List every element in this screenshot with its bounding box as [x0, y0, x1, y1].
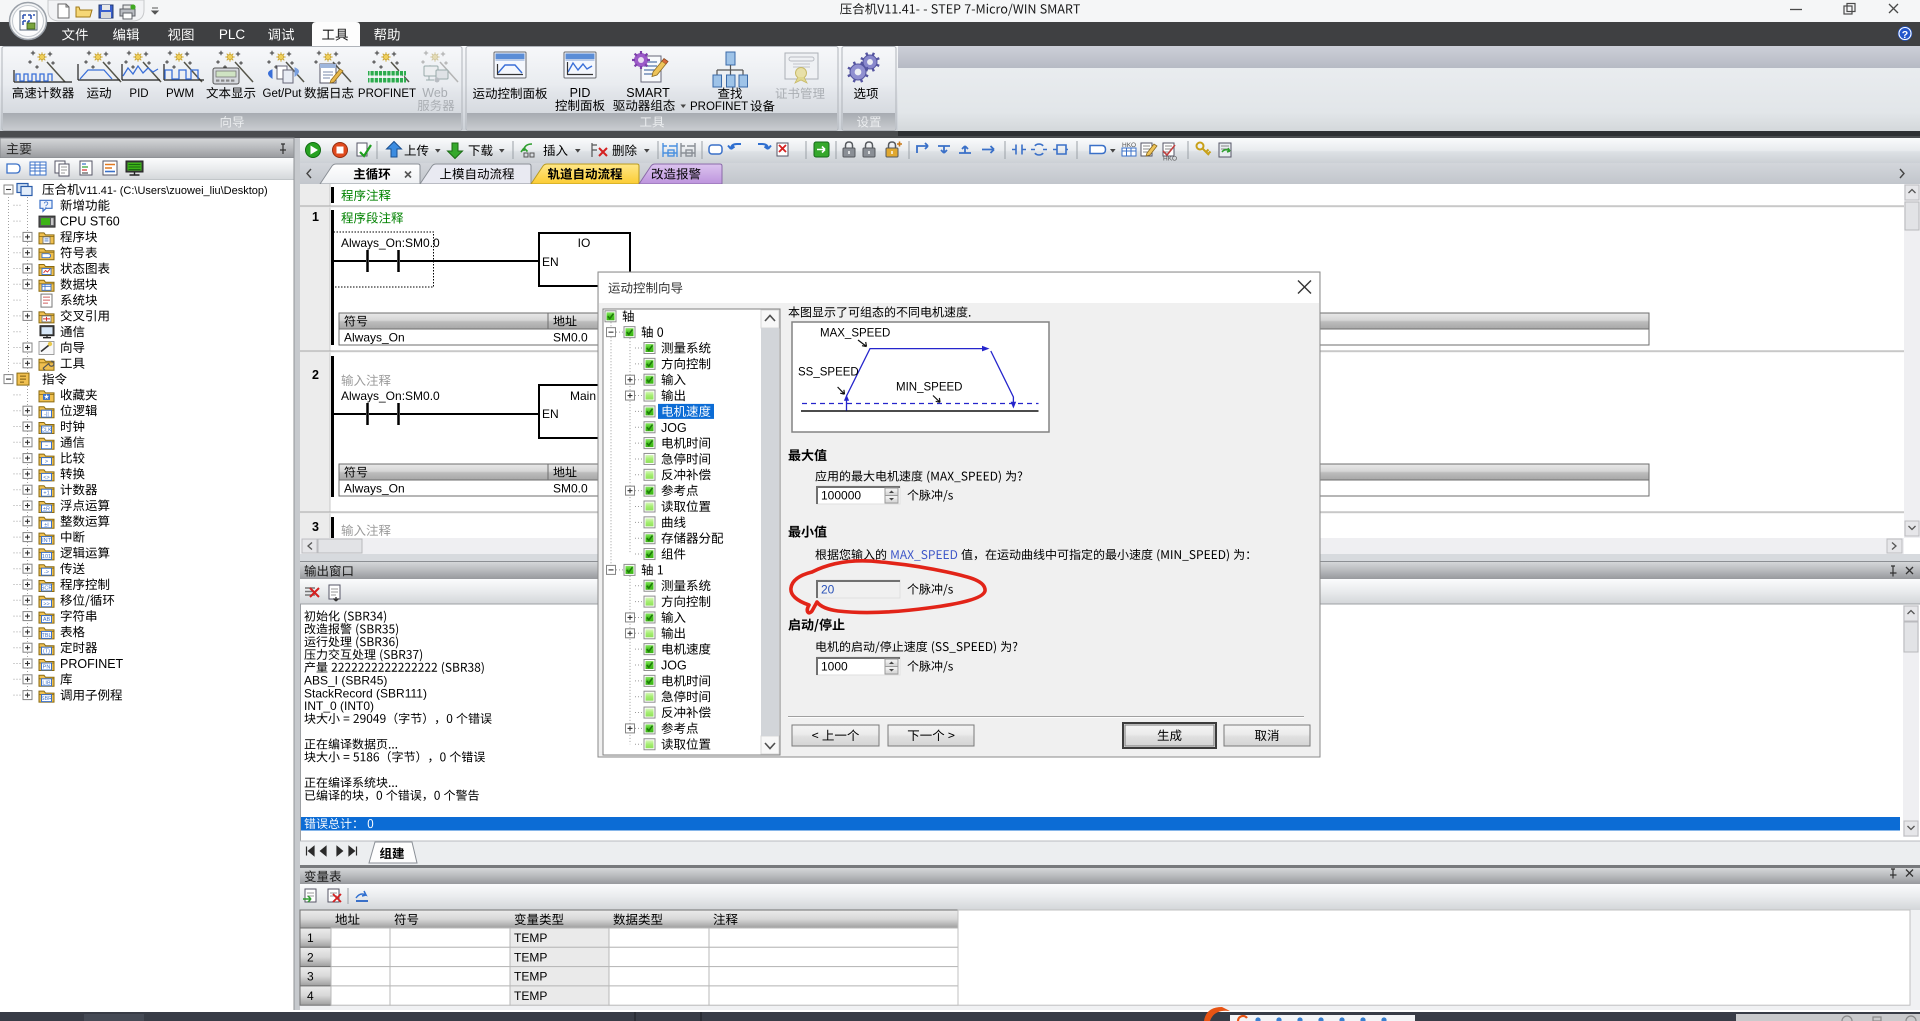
svg-text:MIN_SPEED: MIN_SPEED: [896, 382, 962, 394]
svg-text:SS_SPEED: SS_SPEED: [798, 367, 859, 379]
svg-text:MAX_SPEED: MAX_SPEED: [820, 328, 890, 340]
svg-text:JOG: JOG: [661, 421, 687, 435]
svg-text:JOG: JOG: [661, 659, 687, 673]
svg-text:100000: 100000: [821, 489, 861, 503]
svg-text:20: 20: [821, 583, 835, 597]
svg-text:1000: 1000: [821, 660, 848, 674]
